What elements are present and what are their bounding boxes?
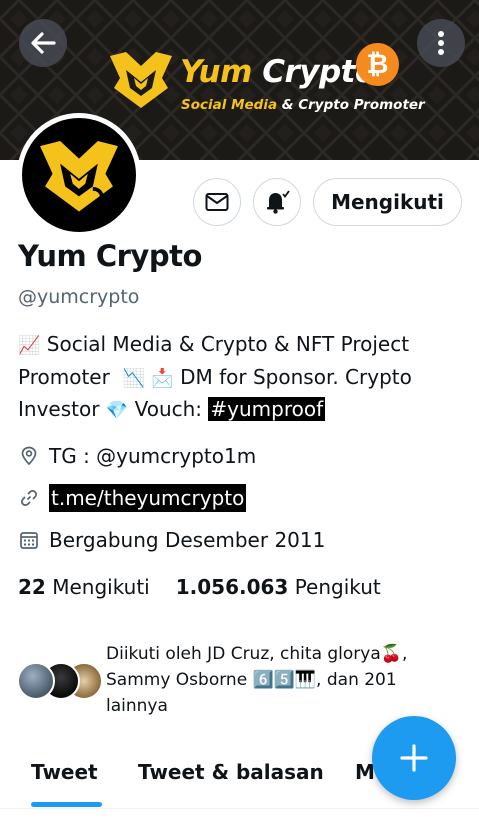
profile-avatar[interactable]	[17, 113, 141, 237]
display-name: Yum Crypto	[18, 239, 202, 273]
following-stat[interactable]: 22 Mengikuti	[18, 573, 150, 601]
bio-line-1: 📈 Social Media & Crypto & NFT Project	[18, 329, 468, 362]
followed-by-avatars[interactable]	[17, 662, 103, 702]
profile-handle: @yumcrypto	[18, 286, 140, 308]
followers-label: Pengikut	[294, 575, 381, 599]
bell-check-icon	[267, 190, 290, 214]
followed-by-line-2: Sammy Osborne 6️⃣5️⃣🎹, dan 201	[106, 670, 397, 690]
chart-down-emoji: 📉	[122, 367, 145, 389]
tab-tweet[interactable]: Tweet	[31, 758, 98, 786]
compose-tweet-button[interactable]	[372, 716, 456, 800]
more-vertical-icon	[438, 31, 444, 55]
bio-line-2: Promoter 📉 📩 DM for Sponsor. Crypto	[18, 362, 468, 395]
mail-icon	[205, 193, 229, 211]
bio-text-4: Investor	[18, 397, 100, 421]
followed-by-text[interactable]: Diikuti oleh JD Cruz, chita glorya🍒, Sam…	[106, 641, 446, 719]
profile-stats: 22 Mengikuti 1.056.063 Pengikut	[18, 573, 381, 601]
followed-by-line-3: lainnya	[106, 696, 168, 716]
banner-subtitle-part2: & Crypto Promoter	[281, 97, 425, 113]
banner-title-yum: Yum	[180, 54, 252, 90]
bio-text-2: Promoter	[18, 364, 110, 389]
arrow-left-icon	[31, 32, 56, 54]
profile-location: TG : @yumcrypto1m	[18, 442, 256, 470]
banner-subtitle-part1: Social Media	[181, 97, 278, 113]
more-options-button[interactable]	[417, 19, 465, 67]
link-icon	[18, 487, 40, 509]
following-button[interactable]: Mengikuti	[313, 178, 462, 226]
yum-crypto-logo-icon	[110, 52, 172, 108]
active-tab-indicator	[31, 802, 102, 807]
bio-text-3: DM for Sponsor. Crypto	[180, 364, 412, 389]
banner-title: Yum Crypto	[180, 54, 376, 90]
avatar	[17, 662, 55, 700]
inbox-emoji: 📩	[151, 367, 174, 389]
yum-crypto-avatar-logo-icon	[40, 141, 118, 212]
message-button[interactable]	[193, 178, 241, 226]
bio-line-3: Investor 💎 Vouch: #yumproof	[18, 394, 468, 427]
following-count: 22	[18, 575, 46, 599]
plus-icon	[400, 744, 428, 772]
bitcoin-icon: ₿	[356, 43, 399, 86]
bio-text-1: Social Media & Crypto & NFT Project	[46, 332, 410, 356]
following-label: Mengikuti	[52, 575, 150, 599]
website-link[interactable]: t.me/theyumcrypto	[49, 484, 247, 512]
hashtag-link[interactable]: #yumproof	[208, 397, 326, 421]
profile-join-date: Bergabung Desember 2011	[18, 526, 325, 554]
tabs-divider	[0, 808, 479, 809]
join-date-text: Bergabung Desember 2011	[49, 528, 326, 552]
chart-up-emoji: 📈	[18, 335, 41, 356]
followers-count: 1.056.063	[175, 575, 289, 599]
profile-website: t.me/theyumcrypto	[18, 484, 247, 512]
tab-tweet-and-replies[interactable]: Tweet & balasan	[138, 758, 324, 786]
followed-by-line-1: Diikuti oleh JD Cruz, chita glorya🍒,	[106, 644, 408, 664]
bio-text-5: Vouch:	[134, 397, 203, 421]
banner-subtitle: Social Media & Crypto Promoter	[181, 96, 425, 114]
back-button[interactable]	[19, 19, 67, 67]
profile-bio: 📈 Social Media & Crypto & NFT Project Pr…	[18, 329, 468, 427]
diamond-emoji: 💎	[105, 400, 129, 421]
location-pin-icon	[18, 445, 40, 467]
notifications-button[interactable]	[253, 178, 301, 226]
followers-stat[interactable]: 1.056.063 Pengikut	[176, 573, 381, 601]
calendar-icon	[18, 529, 40, 551]
location-text: TG : @yumcrypto1m	[49, 444, 257, 468]
